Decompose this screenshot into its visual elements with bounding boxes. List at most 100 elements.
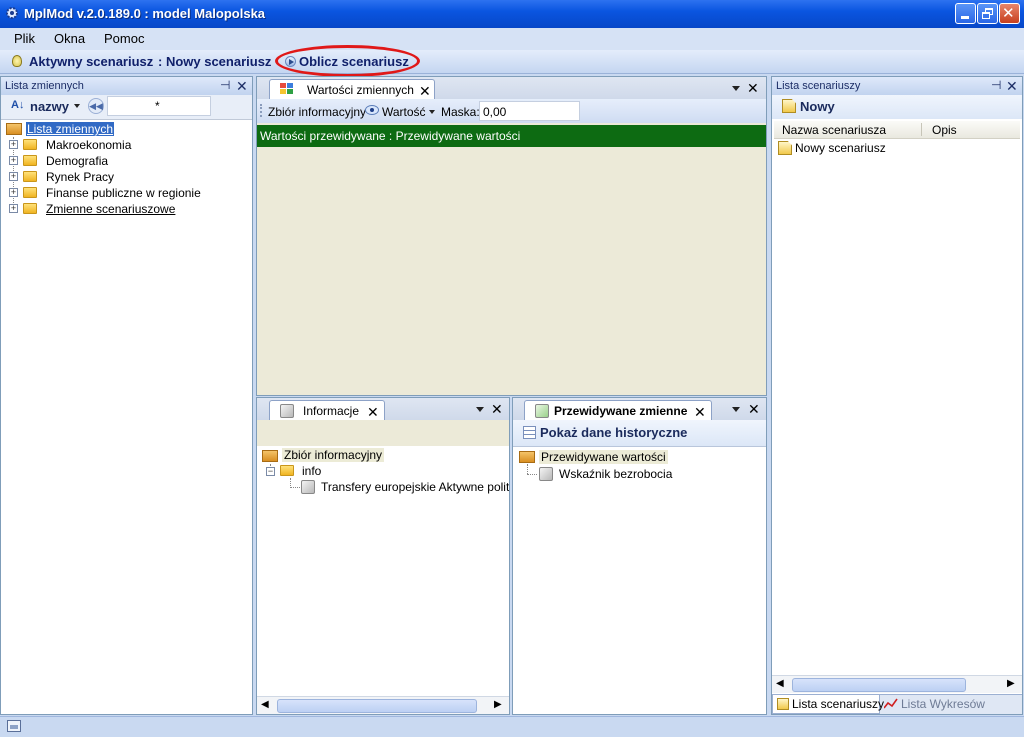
info-leaf[interactable]: Transfery europejskie Aktywne polityki r [321,480,509,494]
close-window-button[interactable]: ✕ [999,3,1020,24]
app-gear-icon [4,5,20,21]
expand-icon[interactable]: + [9,188,18,197]
column-scenario-name[interactable]: Nazwa scenariusza [782,123,886,137]
scroll-left-icon[interactable]: ◀ [261,699,269,710]
values-toolbar: Zbiór informacyjny Wartość Maska: 0,00 [257,99,766,123]
variables-panel: Lista zmiennych ⊣ ✕ A↓ nazwy ◀◀ * Lista … [0,76,253,715]
value-dropdown[interactable]: Wartość [382,105,426,119]
close-tab-icon[interactable]: ✕ [694,405,706,419]
tab-info[interactable]: Informacje ✕ [269,400,385,420]
predicted-values-bar: Wartości przewidywane : Przewidywane war… [257,125,766,147]
close-pane-icon[interactable]: ✕ [747,81,759,95]
predicted-toolbar: Pokaż dane historyczne [513,420,766,446]
expand-icon[interactable]: + [9,156,18,165]
folder-icon [23,139,37,150]
sort-by-dropdown[interactable]: nazwy [30,99,69,114]
variable-values-tabbar: Wartości zmiennych ✕ ✕ [257,77,766,99]
info-tabbar: Informacje ✕ ✕ [257,398,509,420]
close-tab-icon[interactable]: ✕ [419,84,431,98]
info-child[interactable]: info [302,464,321,478]
expand-icon[interactable]: + [9,172,18,181]
eye-icon [365,105,379,115]
variables-panel-title: Lista zmiennych [5,80,84,92]
rewind-icon[interactable]: ◀◀ [88,98,104,114]
info-panel: Informacje ✕ ✕ Zbiór informacyjny − info… [256,397,510,715]
chevron-down-icon[interactable] [74,104,80,108]
minimize-button[interactable] [955,3,976,24]
predicted-leaf[interactable]: Wskaźnik bezrobocia [559,467,672,481]
chevron-down-icon[interactable] [476,407,484,412]
menu-bar: Plik Okna Pomoc [0,28,1024,50]
close-icon[interactable]: ✕ [236,79,248,93]
scroll-thumb[interactable] [277,699,477,713]
scenario-icon [778,141,792,155]
close-icon[interactable]: ✕ [1006,79,1018,93]
tree-item-rynek-pracy[interactable]: Rynek Pracy [46,170,114,184]
tree-item-finanse-publiczne[interactable]: Finanse publiczne w regionie [46,186,201,200]
predicted-root[interactable]: Przewidywane wartości [539,450,668,464]
folder-icon [23,187,37,198]
highlight-annotation [275,45,420,77]
pin-icon[interactable]: ⊣ [991,78,1001,92]
menu-pomoc[interactable]: Pomoc [104,31,144,46]
main-toolbar: Aktywny scenariusz : Nowy scenariusz Obl… [0,50,1024,74]
scroll-thumb[interactable] [792,678,966,692]
tab-variable-values[interactable]: Wartości zmiennych ✕ [269,79,435,99]
tree-item-makroekonomia[interactable]: Makroekonomia [46,138,131,152]
restore-button[interactable] [977,3,998,24]
close-pane-icon[interactable]: ✕ [748,402,760,416]
scenarios-bottom-tabs: Lista scenariuszy Lista Wykresów [772,694,1022,714]
scenarios-toolbar: Nowy [772,95,1022,119]
collapse-icon[interactable]: − [266,467,275,476]
active-scenario-value: : Nowy scenariusz [158,54,272,69]
scroll-right-icon[interactable]: ▶ [494,699,502,710]
search-input[interactable]: * [107,96,211,116]
cube-add-icon [535,404,549,418]
title-bar: MplMod v.2.0.189.0 : model Malopolska ✕ [0,0,1024,28]
folder-root-icon [519,451,535,463]
tree-root-variables[interactable]: Lista zmiennych [26,122,115,136]
folder-icon [280,465,294,476]
cube-icon [280,404,294,418]
tree-item-zmienne-scenariuszowe[interactable]: Zmienne scenariuszowe [46,202,175,216]
close-tab-icon[interactable]: ✕ [367,405,379,419]
scenarios-table-header: Nazwa scenariusza Opis [774,121,1020,139]
chart-line-icon [883,698,898,710]
info-set-button[interactable]: Zbiór informacyjny [268,105,366,119]
close-pane-icon[interactable]: ✕ [491,402,503,416]
predicted-variables-panel: Przewidywane zmienne ✕ ✕ Pokaż dane hist… [512,397,767,715]
new-scenario-button[interactable]: Nowy [800,99,835,114]
tab-chart-list[interactable]: Lista Wykresów [901,697,985,711]
column-description[interactable]: Opis [932,123,957,137]
horizontal-scrollbar[interactable]: ◀ ▶ [772,675,1022,693]
scroll-right-icon[interactable]: ▶ [1007,678,1015,689]
variables-toolbar: A↓ nazwy ◀◀ * [1,95,252,119]
scroll-left-icon[interactable]: ◀ [776,678,784,689]
chevron-down-icon[interactable] [732,407,740,412]
mask-label: Maska: [441,105,480,119]
menu-plik[interactable]: Plik [14,31,35,46]
tab-predicted-variables[interactable]: Przewidywane zmienne ✕ [524,400,712,420]
table-icon [523,426,536,439]
scenario-row[interactable]: Nowy scenariusz [795,141,886,155]
scenarios-panel-header: Lista scenariuszy ⊣ ✕ [772,77,1022,95]
tree-item-demografia[interactable]: Demografia [46,154,108,168]
variable-values-pane: Wartości zmiennych ✕ ✕ Zbiór informacyjn… [256,76,767,396]
menu-okna[interactable]: Okna [54,31,85,46]
folder-icon [23,155,37,166]
variables-panel-header: Lista zmiennych ⊣ ✕ [1,77,252,95]
scenario-list-icon [777,698,789,710]
mask-input[interactable]: 0,00 [479,101,580,121]
predicted-tabbar: Przewidywane zmienne ✕ ✕ [513,398,766,420]
info-set-root[interactable]: Zbiór informacyjny [282,448,385,462]
expand-icon[interactable]: + [9,140,18,149]
pin-icon[interactable]: ⊣ [220,78,230,92]
expand-icon[interactable]: + [9,204,18,213]
show-historical-button[interactable]: Pokaż dane historyczne [540,425,687,440]
chevron-down-icon[interactable] [429,110,435,114]
tab-scenario-list[interactable]: Lista scenariuszy [772,695,884,714]
chevron-down-icon[interactable] [732,86,740,91]
horizontal-scrollbar[interactable]: ◀ ▶ [257,696,509,714]
cube-icon [301,480,315,494]
folder-root-icon [262,450,278,462]
